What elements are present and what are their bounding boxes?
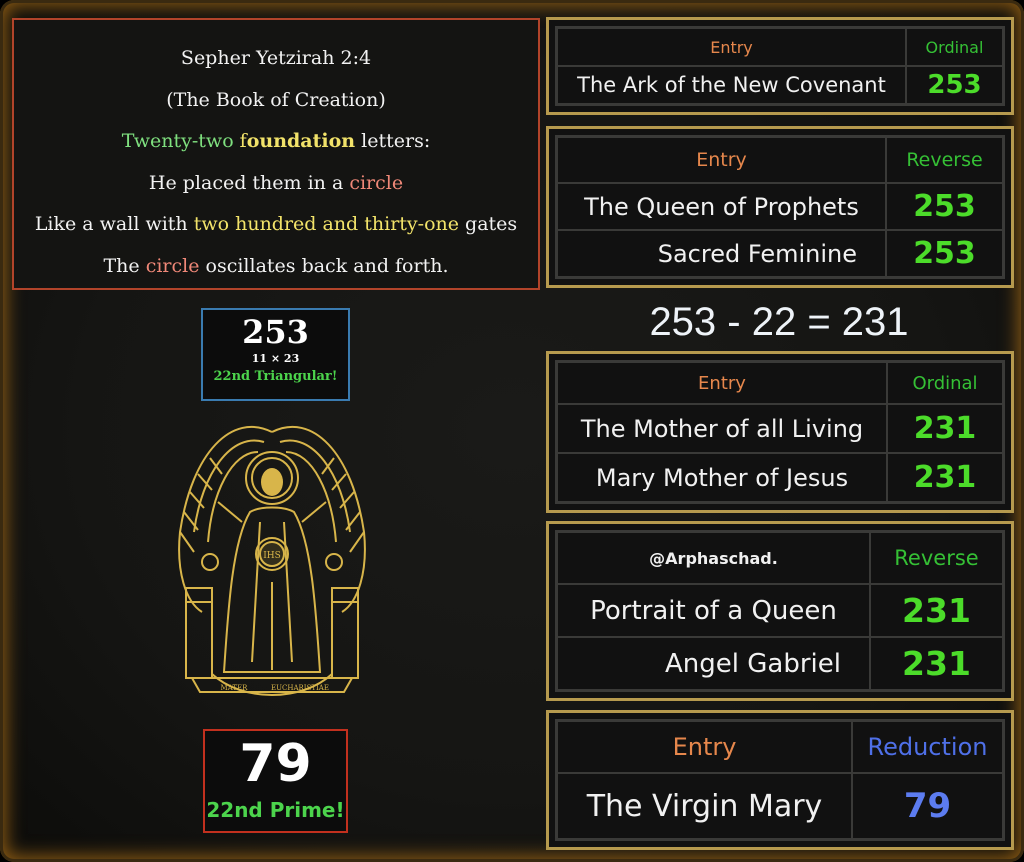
emblem-inscription-left: MATER <box>221 684 249 692</box>
gematria-table-5: Entry Reduction The Virgin Mary 79 <box>546 710 1014 850</box>
emblem-inscription-right: EUCHARISTIAE <box>271 684 329 692</box>
quote-highlight-circle: circle <box>349 171 404 194</box>
quote-highlight-circle: circle <box>145 254 200 277</box>
quote-text: oscillates back and forth. <box>199 254 449 277</box>
table-header-entry: Entry <box>557 362 887 404</box>
gematria-table-3: Entry Ordinal The Mother of all Living 2… <box>546 351 1014 513</box>
quote-text: gates <box>459 213 518 235</box>
card-factors: 11 × 23 <box>251 352 300 365</box>
table-entry: The Mother of all Living <box>557 404 887 453</box>
gematria-table-1: Entry Ordinal The Ark of the New Covenan… <box>546 17 1014 115</box>
quote-highlight-231: two hundred and thirty-one <box>193 213 460 235</box>
quote-text: letters: <box>355 130 431 152</box>
table-entry: Angel Gabriel <box>557 637 870 690</box>
quote-line-5: Like a wall with two hundred and thirty-… <box>14 204 538 246</box>
table-value: 253 <box>886 183 1003 230</box>
table-entry: The Queen of Prophets <box>557 183 886 230</box>
table-value: 231 <box>870 584 1003 637</box>
quote-text: The <box>103 254 146 277</box>
madonna-emblem-icon: IHS MATER EUCHARISTIAE <box>178 426 366 696</box>
number-card-253: 253 11 × 23 22nd Triangular! <box>201 308 350 401</box>
quote-highlight-oundation: oundation <box>246 130 356 152</box>
quote-line-4: He placed them in a circle <box>14 163 538 205</box>
quote-title: Sepher Yetzirah 2:4 <box>180 47 372 69</box>
table-value: 231 <box>887 404 1003 453</box>
emblem-monogram: IHS <box>263 551 281 561</box>
table-header-handle: @Arphaschad. <box>557 532 870 584</box>
table-value: 253 <box>886 230 1003 277</box>
table-entry: The Ark of the New Covenant <box>557 66 906 104</box>
equation: 253 - 22 = 231 <box>649 300 909 344</box>
quote-line-3: Twenty-two foundation letters: <box>14 121 538 163</box>
table-header-cipher: Ordinal <box>906 28 1003 66</box>
table-value: 253 <box>906 66 1003 104</box>
table-header-entry: Entry <box>557 137 886 183</box>
table-header-entry: Entry <box>557 28 906 66</box>
number-card-79: 79 22nd Prime! <box>203 729 348 833</box>
quote-line-6: The circle oscillates back and forth. <box>14 246 538 288</box>
table-entry: Mary Mother of Jesus <box>557 453 887 502</box>
table-entry: Sacred Feminine <box>557 230 886 277</box>
gematria-table-2: Entry Reverse The Queen of Prophets 253 … <box>546 126 1014 288</box>
table-header-cipher: Reverse <box>886 137 1003 183</box>
table-header-entry: Entry <box>557 721 852 773</box>
card-note: 22nd Triangular! <box>213 369 338 384</box>
quote-highlight-f: f <box>233 130 247 152</box>
quote-box: Sepher Yetzirah 2:4 (The Book of Creatio… <box>12 18 540 290</box>
table-header-cipher: Reverse <box>870 532 1003 584</box>
table-value: 231 <box>887 453 1003 502</box>
quote-text: Like a wall with <box>34 213 194 235</box>
card-note: 22nd Prime! <box>206 798 345 822</box>
table-entry: Portrait of a Queen <box>557 584 870 637</box>
table-value: 79 <box>852 773 1003 839</box>
quote-text: He placed them in a <box>148 171 350 194</box>
gematria-table-4: @Arphaschad. Reverse Portrait of a Queen… <box>546 521 1014 701</box>
card-number: 79 <box>239 734 312 794</box>
table-header-cipher: Reduction <box>852 721 1003 773</box>
quote-highlight-twenty-two: Twenty-two <box>121 130 234 152</box>
quote-subtitle: (The Book of Creation) <box>166 88 386 111</box>
card-number: 253 <box>242 313 309 351</box>
table-entry: The Virgin Mary <box>557 773 852 839</box>
table-value: 231 <box>870 637 1003 690</box>
table-header-cipher: Ordinal <box>887 362 1003 404</box>
